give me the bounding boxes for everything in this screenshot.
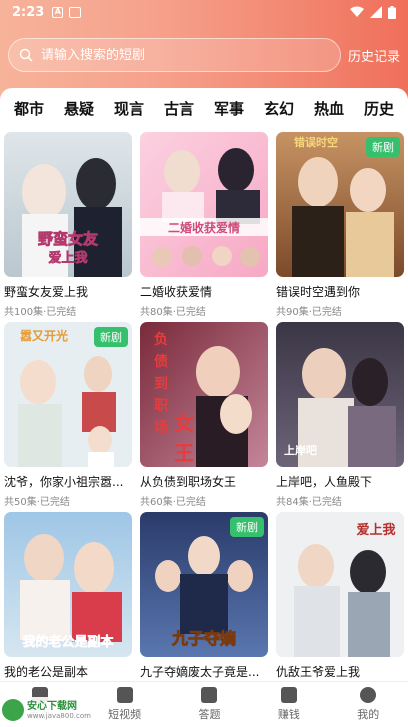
svg-text:我的老公是副本: 我的老公是副本 [22,634,113,650]
category-tab[interactable]: 古言 [164,98,194,119]
svg-text:负: 负 [154,331,168,348]
signal-icon [370,6,382,18]
drama-meta: 共80集·已完结 [140,307,206,318]
drama-title[interactable]: 二婚收获爱情 [140,283,268,300]
drama-card[interactable]: 错误时空 新剧 错误时空遇到你 共90集·已完结 [276,132,404,322]
category-tab[interactable]: 军事 [214,98,244,119]
watermark-title: 安心下载网 [27,700,77,712]
drama-card[interactable]: 负 债 到 职 场 女 王 从负债到职场女王 共60集·已完结 [140,322,268,512]
svg-text:嚣又开光: 嚣又开光 [20,328,68,343]
drama-title[interactable]: 九子夺嫡废太子竟是... [140,663,268,680]
drama-title[interactable]: 仇敌王爷爱上我 [276,663,404,680]
category-tab[interactable]: 热血 [314,98,344,119]
video-icon [116,687,133,703]
svg-text:职: 职 [154,398,168,414]
drama-poster[interactable]: 野蛮女友 爱上我 [4,132,132,277]
watermark: 安心下载网 www.java800.com [2,697,102,723]
drama-meta: 共60集·已完结 [140,497,206,508]
svg-text:债: 债 [154,353,168,370]
svg-text:爱上我: 爱上我 [356,522,395,538]
nav-label: 短视频 [108,708,142,721]
svg-text:场: 场 [154,420,168,436]
drama-card[interactable]: 嚣又开光 新剧 沈爷，你家小祖宗嚣... 共50集·已完结 [4,322,132,512]
battery-icon [388,5,396,19]
status-time: 2:23 [12,4,45,20]
category-tab[interactable]: 都市 [14,98,44,119]
drama-poster[interactable]: 我的老公是副本 [4,512,132,657]
drama-poster[interactable]: 错误时空 新剧 [276,132,404,277]
drama-card[interactable]: 二婚收获爱情 二婚收获爱情 共80集·已完结 [140,132,268,322]
drama-poster[interactable]: 爱上我 [276,512,404,657]
wallet-icon [280,687,297,703]
drama-title[interactable]: 错误时空遇到你 [276,283,404,300]
search-box[interactable] [8,38,341,72]
nav-quiz[interactable]: 答题 [198,687,220,722]
drama-meta: 共84集·已完结 [276,497,342,508]
status-bar: 2:23 A [0,0,408,24]
new-badge: 新剧 [230,517,264,537]
status-right-icons [350,5,396,19]
search-icon [19,48,33,62]
drama-meta: 共90集·已完结 [276,307,342,318]
watermark-text-group: 安心下载网 www.java800.com [27,701,91,720]
svg-text:女: 女 [174,411,194,435]
drama-meta: 共50集·已完结 [4,497,70,508]
drama-title[interactable]: 野蛮女友爱上我 [4,283,132,300]
nav-profile[interactable]: 我的 [357,687,379,722]
nav-label: 赚钱 [277,708,300,721]
watermark-url: www.java800.com [27,711,91,720]
history-button[interactable]: 历史记录 [348,46,400,65]
drama-card[interactable]: 我的老公是副本 我的老公是副本 [4,512,132,702]
watermark-logo-icon [2,699,24,721]
new-badge: 新剧 [94,327,128,347]
notification-a-icon: A [52,6,64,18]
svg-text:野蛮女友: 野蛮女友 [38,230,98,248]
drama-title[interactable]: 从负债到职场女王 [140,473,268,490]
drama-poster[interactable]: 负 债 到 职 场 女 王 [140,322,268,467]
drama-poster[interactable]: 嚣又开光 新剧 [4,322,132,467]
svg-text:王: 王 [174,441,194,465]
wifi-icon [350,6,364,17]
nav-label: 答题 [198,708,221,721]
svg-text:到: 到 [154,376,168,392]
drama-card[interactable]: 野蛮女友 爱上我 野蛮女友爱上我 共100集·已完结 [4,132,132,322]
nav-video[interactable]: 短视频 [108,687,141,722]
svg-text:九子夺嫡: 九子夺嫡 [171,629,236,648]
category-tab[interactable]: 悬疑 [64,98,94,119]
search-row: 历史记录 [8,38,400,72]
svg-text:二婚收获爱情: 二婚收获爱情 [168,220,240,235]
drama-title[interactable]: 我的老公是副本 [4,663,132,680]
drama-card[interactable]: 上岸吧 上岸吧，人鱼殿下 共84集·已完结 [276,322,404,512]
svg-text:错误时空: 错误时空 [294,135,338,149]
nav-label: 我的 [357,708,380,721]
nav-wallet[interactable]: 赚钱 [278,687,300,722]
notification-box-icon [69,6,82,18]
category-tab[interactable]: 历史 [364,98,394,119]
drama-title[interactable]: 上岸吧，人鱼殿下 [276,473,404,490]
new-badge: 新剧 [366,137,400,157]
drama-poster[interactable]: 九子夺嫡 新剧 [140,512,268,657]
category-tab[interactable]: 现言 [114,98,144,119]
quiz-icon [201,687,218,703]
svg-text:上岸吧: 上岸吧 [284,443,317,457]
category-tab[interactable]: 玄幻 [264,98,294,119]
svg-text:爱上我: 爱上我 [48,250,87,266]
drama-card[interactable]: 爱上我 仇敌王爷爱上我 [276,512,404,702]
category-bar: 都市 悬疑 现言 古言 军事 玄幻 热血 历史 [0,88,408,128]
drama-poster[interactable]: 上岸吧 [276,322,404,467]
user-icon [360,687,377,703]
drama-card[interactable]: 九子夺嫡 新剧 九子夺嫡废太子竟是... [140,512,268,702]
drama-title[interactable]: 沈爷，你家小祖宗嚣... [4,473,132,490]
search-input[interactable] [41,47,321,63]
drama-grid: 野蛮女友 爱上我 野蛮女友爱上我 共100集·已完结 二婚收获爱情 二婚收获爱情… [4,132,404,702]
drama-meta: 共100集·已完结 [4,307,77,318]
drama-poster[interactable]: 二婚收获爱情 [140,132,268,277]
